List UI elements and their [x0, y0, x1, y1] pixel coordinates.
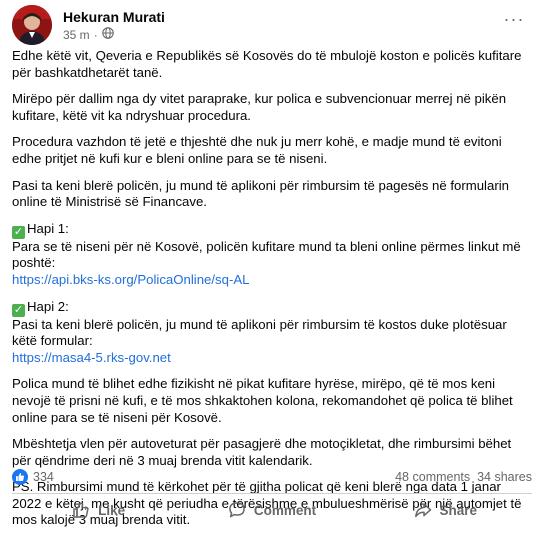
step-1-title: Hapi 1: [27, 220, 69, 236]
paragraph: Edhe këtë vit, Qeveria e Republikës së K… [12, 48, 522, 80]
paragraph: Mirëpo për dallim nga dy vitet paraprake… [12, 91, 507, 123]
paragraph: Polica mund të blihet edhe fizikisht në … [12, 376, 513, 425]
action-bar: Like Comment Share [12, 495, 532, 525]
share-label: Share [439, 502, 478, 518]
paragraph: Procedura vazhdon të jetë e thjeshtë dhe… [12, 134, 502, 166]
post-time[interactable]: 35 m [63, 28, 90, 42]
share-count[interactable]: 34 shares [477, 470, 532, 484]
post-card: Hekuran Murati 35 m · ··· Edhe këtë vit,… [0, 0, 544, 527]
paragraph: Mbështetja vlen për autoveturat për pasa… [12, 436, 512, 468]
comment-button[interactable]: Comment [185, 495, 358, 525]
step-1-link[interactable]: https://api.bks-ks.org/PolicaOnline/sq-A… [12, 272, 250, 287]
comments-shares: 48 comments 34 shares [395, 470, 532, 484]
author-name[interactable]: Hekuran Murati [63, 9, 165, 25]
like-button[interactable]: Like [12, 495, 185, 525]
meta-separator: · [93, 27, 98, 42]
like-reaction-icon[interactable] [12, 469, 28, 485]
step-1: ✓ Hapi 1: Para se të niseni për në Kosovë… [12, 221, 532, 289]
step-2: ✓ Hapi 2: Pasi ta keni blerë policën, ju … [12, 299, 532, 367]
more-icon[interactable]: ··· [500, 10, 528, 31]
like-icon [72, 501, 90, 519]
comment-count[interactable]: 48 comments [395, 470, 470, 484]
share-button[interactable]: Share [359, 495, 532, 525]
step-2-title: Hapi 2: [27, 298, 69, 314]
post-body: Edhe këtë vit, Qeveria e Republikës së K… [12, 48, 532, 539]
step-1-text: Para se të niseni për në Kosovë, policën… [12, 238, 521, 271]
share-icon [414, 501, 432, 519]
reaction-count[interactable]: 334 [33, 470, 54, 484]
avatar[interactable] [12, 5, 52, 45]
like-label: Like [98, 502, 126, 518]
globe-icon [101, 27, 114, 42]
paragraph: Pasi ta keni blerë policën, ju mund të a… [12, 177, 509, 210]
post-meta: 35 m · [63, 27, 114, 42]
comment-label: Comment [253, 502, 317, 518]
post-stats: 334 48 comments 34 shares [12, 468, 532, 488]
comment-icon [228, 501, 246, 519]
step-2-text: Pasi ta keni blerë policën, ju mund të a… [12, 316, 507, 349]
check-icon: ✓ [12, 225, 25, 239]
step-2-link[interactable]: https://masa4-5.rks-gov.net [12, 350, 171, 365]
check-icon: ✓ [12, 303, 25, 317]
post-header: Hekuran Murati 35 m · ··· [12, 5, 532, 45]
divider [12, 493, 532, 494]
